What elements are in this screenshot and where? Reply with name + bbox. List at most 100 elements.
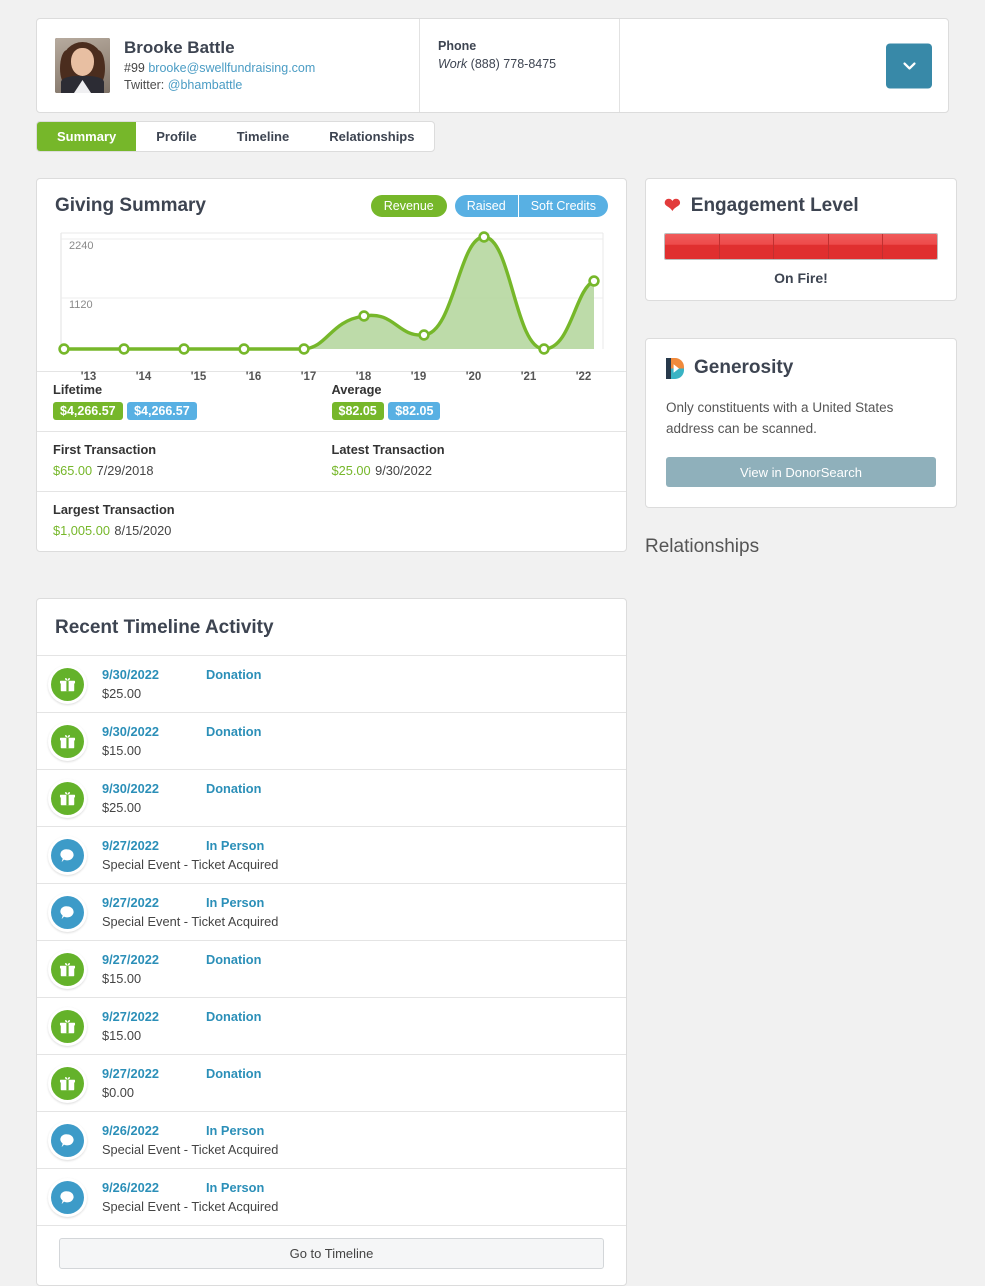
timeline-row-type[interactable]: Donation: [206, 950, 261, 969]
identity-block: Brooke Battle #99 brooke@swellfundraisin…: [37, 19, 420, 112]
timeline-row[interactable]: 9/27/2022 In Person Special Event - Ticket…: [37, 884, 626, 941]
generosity-description: Only constituents with a United States a…: [666, 400, 894, 436]
lifetime-raised-badge: $4,266.57: [127, 402, 197, 420]
generosity-header: Generosity: [666, 357, 936, 379]
generosity-title: Generosity: [694, 357, 794, 378]
first-transaction-amount: $65.00: [53, 463, 93, 478]
view-in-donorsearch-button[interactable]: View in DonorSearch: [666, 457, 936, 487]
giving-chart-wrapper: 2240 1120 '13 '14 '15 '16 '17 '18 '19 '2…: [37, 225, 626, 383]
timeline-row-date[interactable]: 9/27/2022: [102, 836, 206, 855]
timeline-row[interactable]: 9/26/2022 In Person Special Event - Ticket…: [37, 1112, 626, 1169]
header-dropdown-button[interactable]: [886, 43, 932, 88]
timeline-row-date[interactable]: 9/30/2022: [102, 779, 206, 798]
timeline-row[interactable]: 9/27/2022 In Person Special Event - Ticket…: [37, 827, 626, 884]
engagement-segment-1: [665, 234, 719, 259]
recent-timeline-activity-card: Recent Timeline Activity 9/30/2022 Donati…: [36, 598, 627, 1286]
donorsearch-d-logo-icon: [666, 357, 684, 379]
gift-icon: [51, 952, 84, 986]
stat-label-average: Average: [331, 382, 382, 397]
toggle-soft-credits[interactable]: Soft Credits: [517, 195, 608, 217]
timeline-row[interactable]: 9/27/2022 Donation $15.00: [37, 998, 626, 1055]
timeline-row-detail: $25.00: [102, 686, 142, 701]
timeline-row-type[interactable]: Donation: [206, 1064, 261, 1083]
timeline-row[interactable]: 9/30/2022 Donation $25.00: [37, 770, 626, 827]
twitter-label: Twitter:: [124, 78, 165, 92]
giving-summary-card: Giving Summary Revenue Raised Soft Credi…: [36, 178, 627, 552]
timeline-row-type[interactable]: In Person: [206, 1121, 264, 1140]
phone-value: Work (888) 778-8475: [438, 55, 619, 73]
timeline-row-date[interactable]: 9/27/2022: [102, 893, 206, 912]
header-actions: [620, 19, 948, 112]
toggle-revenue[interactable]: Revenue: [370, 195, 447, 217]
go-to-timeline-button[interactable]: Go to Timeline: [59, 1238, 604, 1269]
giving-summary-header: Giving Summary Revenue Raised Soft Credi…: [37, 179, 626, 225]
largest-transaction-amount: $1,005.00: [53, 523, 110, 538]
xtick-4: '17: [300, 371, 317, 383]
engagement-segment-4: [827, 234, 883, 259]
timeline-row[interactable]: 9/27/2022 Donation $15.00: [37, 941, 626, 998]
timeline-row-body: 9/30/2022 Donation $25.00: [102, 779, 610, 817]
timeline-row-date[interactable]: 9/27/2022: [102, 1007, 206, 1026]
timeline-row-type[interactable]: Donation: [206, 1007, 261, 1026]
engagement-segment-2: [718, 234, 774, 259]
timeline-row-list: 9/30/2022 Donation $25.00 9/30/2022 Donation…: [37, 656, 626, 1226]
timeline-row-date[interactable]: 9/30/2022: [102, 665, 206, 684]
relationships-heading: Relationships: [645, 536, 760, 557]
twitter-handle-link[interactable]: @bhambattle: [168, 78, 243, 92]
timeline-header: Recent Timeline Activity: [37, 599, 626, 656]
timeline-row-detail: $15.00: [102, 743, 142, 758]
tab-timeline[interactable]: Timeline: [217, 122, 310, 151]
timeline-row[interactable]: 9/30/2022 Donation $15.00: [37, 713, 626, 770]
timeline-row[interactable]: 9/27/2022 Donation $0.00: [37, 1055, 626, 1112]
giving-area-chart[interactable]: 2240 1120 '13 '14 '15 '16 '17 '18 '19 '2…: [53, 229, 611, 383]
generosity-card: Generosity Only constituents with a Unit…: [645, 338, 957, 508]
tab-bar: Summary Profile Timeline Relationships: [36, 121, 436, 152]
toggle-raised[interactable]: Raised: [455, 195, 518, 217]
chat-bubble-icon: [51, 1180, 84, 1214]
stat-row-first-latest: First Transaction $65.00 7/29/2018 Lates…: [37, 432, 626, 492]
timeline-row-detail: $15.00: [102, 1028, 142, 1043]
timeline-row-type[interactable]: Donation: [206, 665, 261, 684]
stat-label-latest-transaction: Latest Transaction: [331, 442, 445, 457]
stat-first-transaction: First Transaction $65.00 7/29/2018: [53, 442, 332, 480]
timeline-row-type[interactable]: In Person: [206, 836, 264, 855]
timeline-row-date[interactable]: 9/26/2022: [102, 1121, 206, 1140]
xtick-9: '22: [575, 371, 592, 383]
timeline-row[interactable]: 9/26/2022 In Person Special Event - Ticket…: [37, 1169, 626, 1226]
timeline-row-type[interactable]: Donation: [206, 722, 261, 741]
tab-relationships[interactable]: Relationships: [309, 122, 434, 151]
timeline-row-date[interactable]: 9/27/2022: [102, 950, 206, 969]
timeline-row-date[interactable]: 9/30/2022: [102, 722, 206, 741]
stat-row-largest: Largest Transaction $1,005.00 8/15/2020: [37, 492, 626, 551]
timeline-row-date[interactable]: 9/27/2022: [102, 1064, 206, 1083]
email-link[interactable]: brooke@swellfundraising.com: [148, 61, 315, 75]
xtick-3: '16: [245, 371, 262, 383]
timeline-row-type[interactable]: Donation: [206, 779, 261, 798]
timeline-row-type[interactable]: In Person: [206, 1178, 264, 1197]
stat-label-first-transaction: First Transaction: [53, 442, 157, 457]
avatar: [55, 38, 110, 93]
timeline-row-body: 9/27/2022 Donation $0.00: [102, 1064, 610, 1102]
timeline-row[interactable]: 9/30/2022 Donation $25.00: [37, 656, 626, 713]
timeline-row-detail: Special Event - Ticket Acquired: [102, 914, 279, 929]
engagement-level-header: ❤ Engagement Level: [664, 195, 938, 217]
chevron-down-icon: [902, 61, 916, 70]
timeline-row-body: 9/26/2022 In Person Special Event - Ticket…: [102, 1121, 610, 1159]
chart-x-axis-labels: '13 '14 '15 '16 '17 '18 '19 '20 '21 '22: [53, 371, 611, 383]
timeline-row-type[interactable]: In Person: [206, 893, 264, 912]
gift-icon: [51, 1009, 84, 1043]
giving-stats: Lifetime $4,266.57 $4,266.57 Average $82…: [37, 371, 626, 551]
xtick-6: '19: [410, 371, 427, 383]
timeline-row-body: 9/27/2022 Donation $15.00: [102, 1007, 610, 1045]
tab-summary[interactable]: Summary: [37, 122, 137, 151]
timeline-row-detail: Special Event - Ticket Acquired: [102, 857, 279, 872]
stat-largest-transaction: Largest Transaction $1,005.00 8/15/2020: [53, 502, 332, 540]
stat-lifetime: Lifetime $4,266.57 $4,266.57: [53, 382, 332, 420]
timeline-row-detail: $0.00: [102, 1085, 135, 1100]
gift-icon: [51, 667, 84, 701]
phone-type: Work: [438, 57, 468, 71]
tab-profile[interactable]: Profile: [136, 122, 216, 151]
timeline-row-body: 9/27/2022 In Person Special Event - Ticket…: [102, 893, 610, 931]
timeline-row-date[interactable]: 9/26/2022: [102, 1178, 206, 1197]
timeline-row-detail: Special Event - Ticket Acquired: [102, 1142, 279, 1157]
